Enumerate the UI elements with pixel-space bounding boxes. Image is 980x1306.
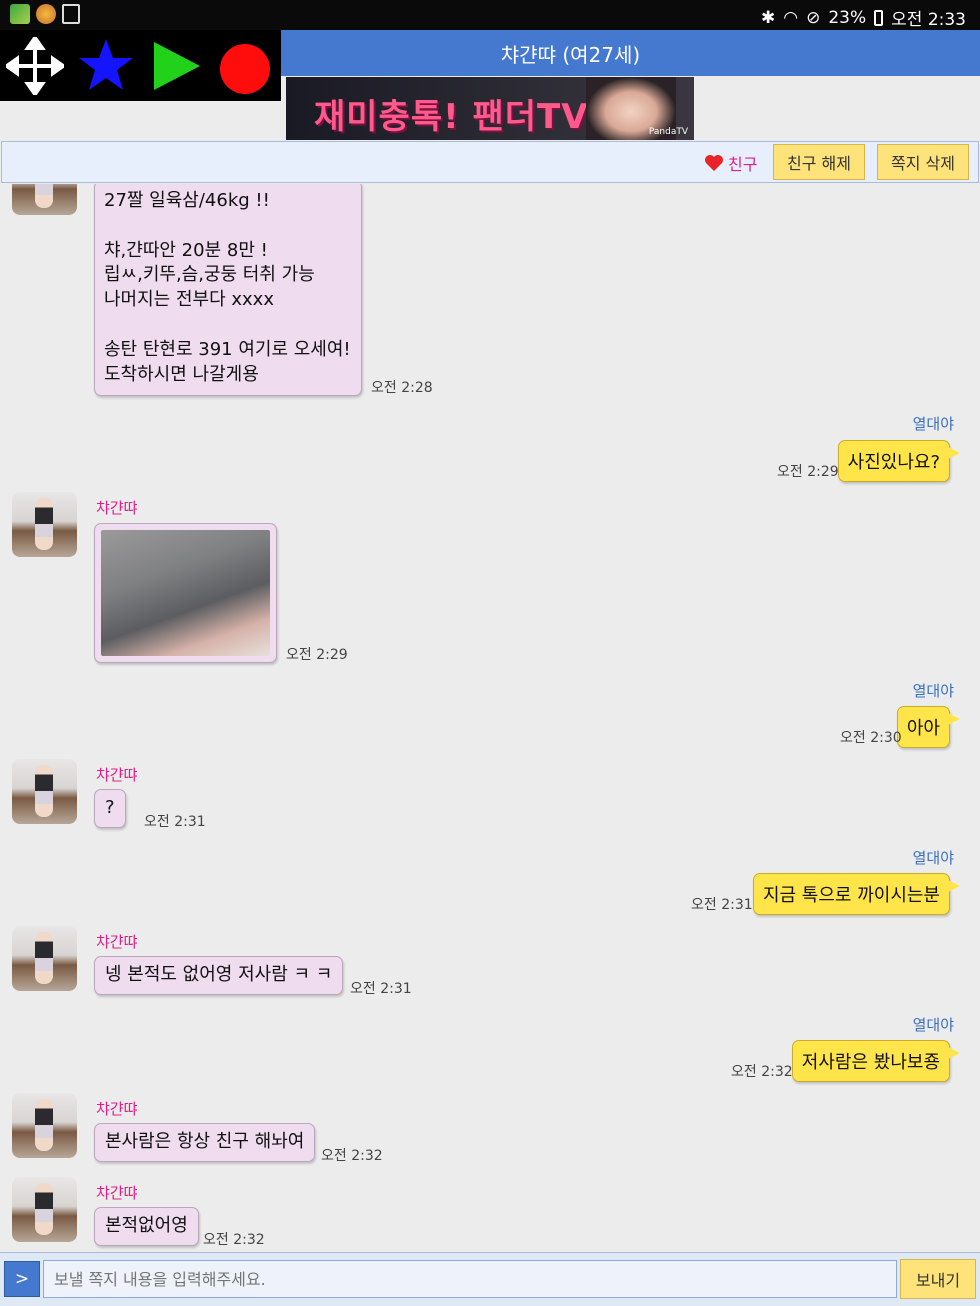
action-bar: 친구 친구 해제 쪽지 삭제 — [1, 141, 979, 183]
message-input-bar: > 보내기 — [0, 1252, 980, 1306]
message-time: 오전 2:32 — [321, 1148, 383, 1164]
message-time: 오전 2:31 — [350, 981, 412, 997]
message-bubble-incoming: ? — [94, 789, 126, 828]
game-notification-icon — [36, 4, 56, 24]
unfriend-button[interactable]: 친구 해제 — [773, 144, 865, 180]
send-button[interactable]: 보내기 — [900, 1259, 976, 1299]
message-time: 오전 2:28 — [371, 380, 433, 396]
message-time: 오전 2:31 — [691, 897, 753, 913]
message-bubble-incoming: 본사람은 항상 친구 해놔여 — [94, 1123, 316, 1162]
message-bubble-outgoing: 사진있나요? — [837, 440, 961, 482]
clipboard-icon — [62, 4, 80, 24]
message-bubble-outgoing: 지금 톡으로 까이시는분 — [752, 873, 961, 915]
sender-name: 챠갼땨 — [96, 1184, 138, 1202]
banner-logo: PandaTV — [648, 127, 688, 137]
status-bar: ✱ ◠ ⊘ 23% 오전 2:33 — [0, 0, 980, 30]
sender-name: 챠갼땨 — [96, 766, 138, 784]
my-name: 열대야 — [912, 1016, 954, 1034]
sender-avatar[interactable] — [12, 492, 77, 557]
message-bubble-outgoing: 저사람은 봤나보죵 — [791, 1040, 961, 1082]
message-bubble-outgoing: 아아 — [896, 706, 961, 748]
bluetooth-icon: ✱ — [761, 7, 776, 28]
photo-message[interactable] — [94, 523, 277, 663]
delete-message-button[interactable]: 쪽지 삭제 — [877, 144, 969, 180]
ad-banner[interactable]: 재미충톡! 팬더TV PandaTV — [286, 77, 694, 140]
message-time: 오전 2:32 — [203, 1232, 265, 1248]
chat-messages[interactable]: 27짤 일육삼/46kg !! 챠,갼따안 20분 8만 ! 립ㅆ,키뚜,슴,궁… — [0, 184, 980, 1252]
record-icon[interactable] — [216, 37, 274, 95]
battery-percent: 23% — [828, 7, 867, 28]
my-name: 열대야 — [912, 849, 954, 867]
do-not-disturb-icon: ⊘ — [806, 7, 821, 28]
move-icon[interactable] — [6, 37, 64, 95]
sender-avatar[interactable] — [12, 1093, 77, 1158]
status-bar-left — [10, 4, 80, 24]
sender-avatar[interactable] — [12, 759, 77, 824]
my-name: 열대야 — [912, 415, 954, 433]
status-bar-right: ✱ ◠ ⊘ 23% 오전 2:33 — [761, 5, 966, 31]
app-notification-icon — [10, 4, 30, 24]
my-name: 열대야 — [912, 682, 954, 700]
sender-name: 챠갼땨 — [96, 499, 138, 517]
play-icon[interactable] — [148, 37, 206, 95]
message-bubble-incoming: 넹 본적도 없어영 저사람 ㅋ ㅋ — [94, 956, 344, 995]
message-input[interactable] — [43, 1260, 897, 1298]
chat-title: 챠갼땨 (여27세) — [500, 42, 641, 67]
sender-name: 챠갼땨 — [96, 1100, 138, 1118]
sender-name: 챠갼땨 — [96, 933, 138, 951]
photo-image — [101, 530, 270, 656]
wifi-icon: ◠ — [783, 7, 799, 28]
message-time: 오전 2:30 — [840, 730, 902, 746]
message-time: 오전 2:32 — [731, 1064, 793, 1080]
friend-label: 친구 — [728, 155, 758, 174]
sender-avatar[interactable] — [12, 926, 77, 991]
message-time: 오전 2:29 — [286, 647, 348, 663]
battery-icon — [874, 9, 884, 26]
macro-toolbar — [0, 30, 281, 101]
heart-icon — [705, 155, 723, 171]
message-time: 오전 2:29 — [777, 464, 839, 480]
clock: 오전 2:33 — [891, 10, 966, 30]
expand-arrow-button[interactable]: > — [4, 1261, 40, 1297]
message-bubble-incoming: 27짤 일육삼/46kg !! 챠,갼따안 20분 8만 ! 립ㅆ,키뚜,슴,궁… — [94, 184, 362, 396]
message-bubble-incoming: 본적없어영 — [94, 1207, 199, 1246]
chat-title-bar: 챠갼땨 (여27세) — [281, 30, 980, 76]
friend-status: 친구 — [704, 151, 757, 175]
banner-text: 재미충톡! 팬더TV — [314, 97, 589, 137]
message-time: 오전 2:31 — [144, 814, 206, 830]
star-icon[interactable] — [77, 37, 135, 95]
sender-avatar[interactable] — [12, 184, 77, 215]
sender-avatar[interactable] — [12, 1177, 77, 1242]
